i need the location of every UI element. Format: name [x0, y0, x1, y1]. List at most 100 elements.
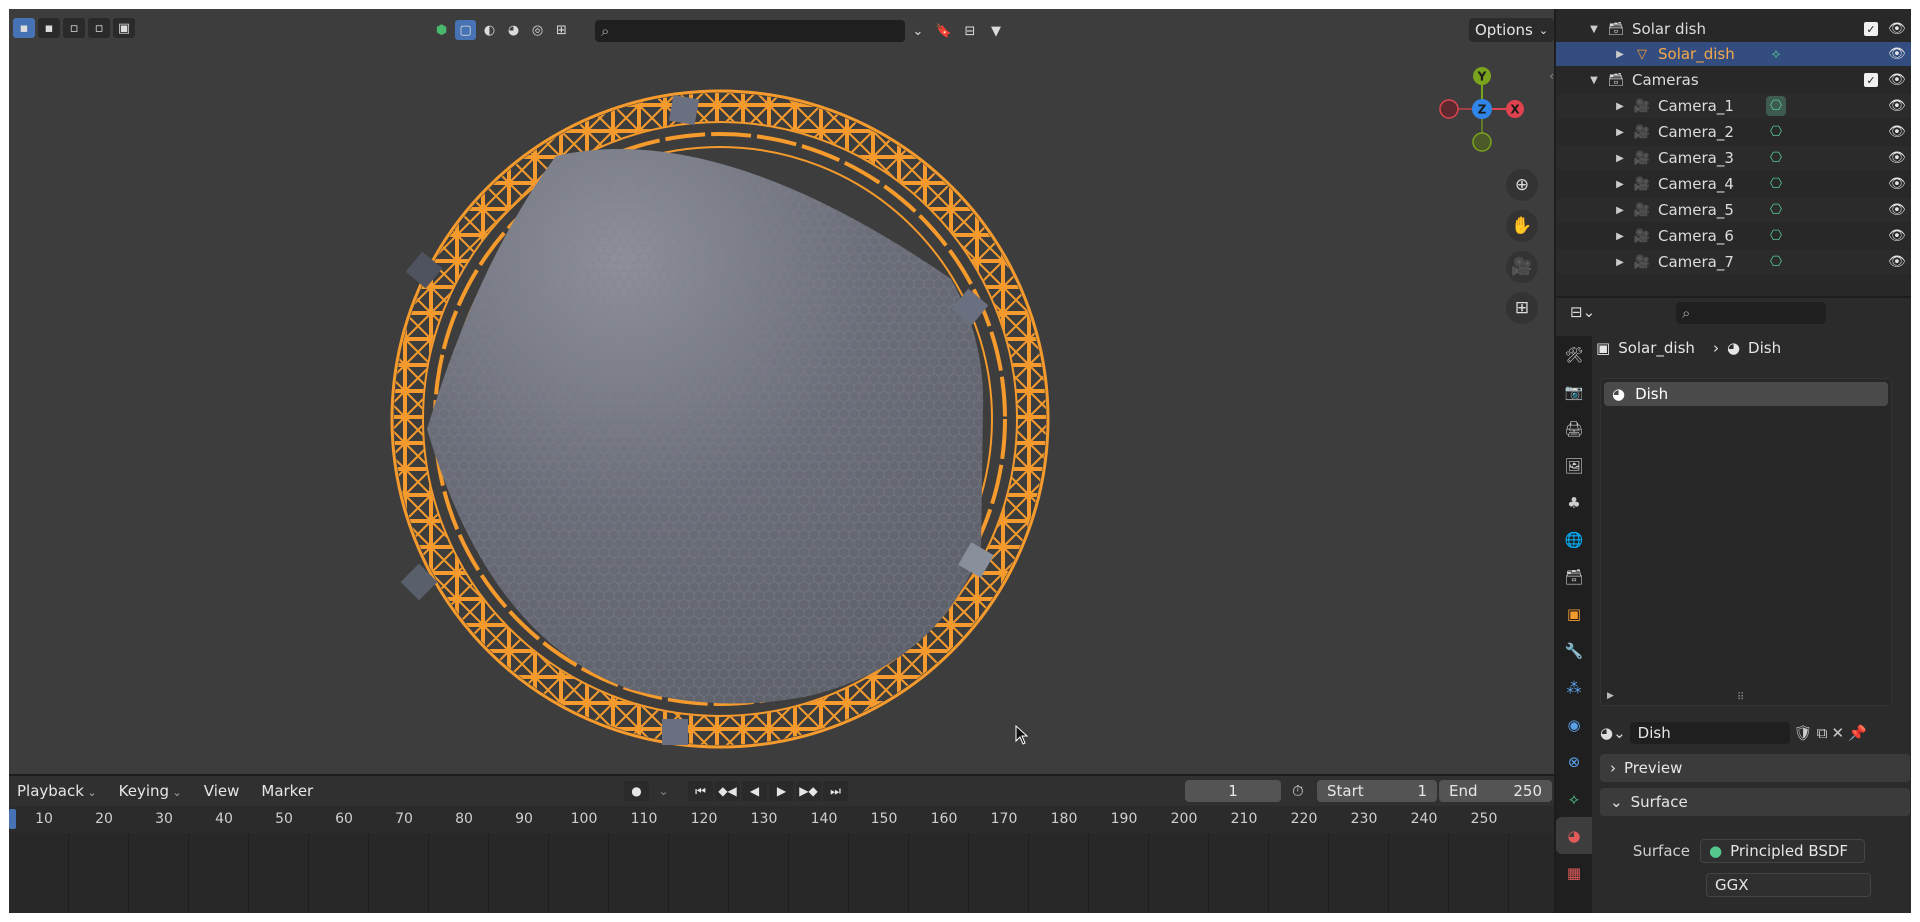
particles-tab-icon[interactable]: ⁂	[1556, 669, 1592, 706]
outliner-row-camera-4[interactable]: ▶ 🎥 Camera_4 ⎔ 👁	[1556, 172, 1911, 196]
material-name-field[interactable]: Dish	[1629, 722, 1790, 744]
expand-arrow-icon[interactable]: ▶	[1614, 49, 1626, 60]
outliner-row-camera-1[interactable]: ▶ 🎥 Camera_1 ⎔ 👁	[1556, 94, 1911, 118]
stopwatch-icon[interactable]: ⏱	[1292, 782, 1304, 800]
outliner[interactable]: ▼ 🗃 Solar dish ✓ 👁 ▶ ▽ Solar_dish ⟡ 👁 ▼ …	[1556, 9, 1911, 296]
material-slot-list[interactable]: ◕ Dish ▶ ⠿	[1600, 378, 1892, 706]
eye-icon[interactable]: 👁	[1888, 228, 1906, 244]
camera-data-icon[interactable]: ⎔	[1766, 200, 1786, 220]
start-frame-field[interactable]: Start 1	[1317, 780, 1437, 802]
collection-tab-icon[interactable]: 🗃	[1556, 558, 1592, 595]
texture-tab-icon[interactable]: ▦	[1556, 854, 1592, 891]
neg-y-axis-icon[interactable]	[1472, 132, 1492, 152]
playhead[interactable]	[9, 809, 16, 829]
grid-icon[interactable]: ⊞	[1506, 292, 1538, 324]
checkbox-icon[interactable]: ✓	[1864, 22, 1878, 36]
expand-arrow-icon[interactable]: ▼	[1588, 24, 1600, 35]
view-layer-tab-icon[interactable]: 🖼	[1556, 447, 1592, 484]
sidebar-toggle-icon[interactable]: ‹	[1549, 69, 1554, 83]
world-tab-icon[interactable]: 🌐	[1556, 521, 1592, 558]
view-menu[interactable]: View	[204, 782, 240, 800]
next-keyframe-icon[interactable]: ▶◆	[796, 781, 821, 801]
material-slot[interactable]: ◕ Dish	[1604, 382, 1888, 406]
outliner-row-cameras-collection[interactable]: ▼ 🗃 Cameras ✓ 👁	[1556, 68, 1911, 92]
pin-icon[interactable]: 📌	[1848, 724, 1867, 742]
camera-data-icon[interactable]: ⎔	[1766, 148, 1786, 168]
checkbox-icon[interactable]: ✓	[1864, 73, 1878, 87]
surface-panel-header[interactable]: ⌄ Surface	[1600, 788, 1910, 816]
object-tab-icon[interactable]: ▣	[1556, 595, 1592, 632]
texture-paint-icon[interactable]: ⊞	[551, 20, 572, 40]
playback-menu[interactable]: Playback	[17, 782, 97, 800]
distribution-dropdown[interactable]: GGX	[1706, 873, 1871, 897]
chevron-down-icon[interactable]: ⌄	[651, 781, 676, 801]
select-subtract-icon[interactable]: ▫	[63, 18, 85, 38]
properties-editor[interactable]: ⊟⌄ ⌕ 🛠 📷 🖨 🖼 ♣ 🌐 🗃 ▣ 🔧 ⁂ ◉ ⊗ ⟡ ◕ ▦ ▣ Sol…	[1556, 298, 1911, 913]
outliner-row-camera-5[interactable]: ▶ 🎥 Camera_5 ⎔ 👁	[1556, 198, 1911, 222]
material-tab-icon[interactable]: ◕	[1556, 817, 1592, 854]
object-mode-icon[interactable]: ▢	[455, 20, 476, 40]
physics-tab-icon[interactable]: ◉	[1556, 706, 1592, 743]
expand-arrow-icon[interactable]: ▼	[1588, 75, 1600, 86]
outliner-row-camera-7[interactable]: ▶ 🎥 Camera_7 ⎔ 👁	[1556, 250, 1911, 274]
solid-shading-icon[interactable]: ◐	[479, 20, 500, 40]
eye-icon[interactable]: 👁	[1888, 150, 1906, 166]
outliner-row-camera-2[interactable]: ▶ 🎥 Camera_2 ⎔ 👁	[1556, 120, 1911, 144]
eye-icon[interactable]: 👁	[1888, 176, 1906, 192]
expand-arrow-icon[interactable]: ▶	[1614, 205, 1626, 216]
properties-search-input[interactable]: ⌕	[1676, 302, 1826, 324]
expand-arrow-icon[interactable]: ▶	[1614, 101, 1626, 112]
options-button[interactable]: Options ⌄	[1469, 18, 1554, 42]
mesh-data-icon[interactable]: ⟡	[1766, 44, 1786, 64]
select-intersect-icon[interactable]: ▣	[113, 18, 135, 38]
outliner-row-camera-3[interactable]: ▶ 🎥 Camera_3 ⎔ 👁	[1556, 146, 1911, 170]
tool-tab-icon[interactable]: 🛠	[1556, 336, 1592, 373]
jump-start-icon[interactable]: ⏮	[688, 781, 713, 801]
data-tab-icon[interactable]: ⟡	[1556, 780, 1592, 817]
eye-icon[interactable]: 👁	[1888, 46, 1906, 62]
current-frame-field[interactable]: 1	[1185, 780, 1281, 802]
expand-arrow-icon[interactable]: ▶	[1614, 231, 1626, 242]
camera-data-icon[interactable]: ⎔	[1766, 122, 1786, 142]
viewport-search-input[interactable]: ⌕	[595, 20, 905, 42]
eye-icon[interactable]: 👁	[1888, 254, 1906, 270]
expand-arrow-icon[interactable]: ▶	[1614, 127, 1626, 138]
record-icon[interactable]: ●	[624, 781, 649, 801]
render-tab-icon[interactable]: 📷	[1556, 373, 1592, 410]
camera-data-icon[interactable]: ⎔	[1766, 226, 1786, 246]
camera-data-icon[interactable]: ⎔	[1766, 252, 1786, 272]
modifier-tab-icon[interactable]: 🔧	[1556, 632, 1592, 669]
editor-type-icon[interactable]: ⊟⌄	[1570, 303, 1595, 321]
solar-dish-model[interactable]	[379, 79, 1079, 774]
eye-icon[interactable]: 👁	[1888, 98, 1906, 114]
expand-arrow-icon[interactable]: ▶	[1607, 691, 1614, 701]
eye-icon[interactable]: 👁	[1888, 72, 1906, 88]
viewport-overlay-icon[interactable]: ⬢	[431, 20, 452, 40]
expand-arrow-icon[interactable]: ▶	[1614, 257, 1626, 268]
end-frame-field[interactable]: End 250	[1439, 780, 1552, 802]
play-reverse-icon[interactable]: ◀	[742, 781, 767, 801]
outliner-row-camera-6[interactable]: ▶ 🎥 Camera_6 ⎔ 👁	[1556, 224, 1911, 248]
timeline-body[interactable]	[9, 833, 1554, 913]
zoom-icon[interactable]: ⊕	[1506, 169, 1538, 201]
play-icon[interactable]: ▶	[769, 781, 794, 801]
outliner-row-solar-dish-object[interactable]: ▶ ▽ Solar_dish ⟡ 👁	[1556, 42, 1911, 66]
output-tab-icon[interactable]: 🖨	[1556, 410, 1592, 447]
material-shading-icon[interactable]: ◕	[503, 20, 524, 40]
layout-icon[interactable]: ⊟	[959, 20, 981, 42]
duplicate-icon[interactable]: ⧉	[1817, 724, 1828, 742]
bookmark-icon[interactable]: 🔖	[933, 20, 955, 42]
3d-viewport[interactable]: ▪ ▪ ▫ ▫ ▣ ⬢ ▢ ◐ ◕ ◎ ⊞ ⌕ ⌄ 🔖 ⊟ ▼ Options …	[9, 9, 1554, 774]
jump-end-icon[interactable]: ⏭	[823, 781, 848, 801]
camera-data-icon[interactable]: ⎔	[1766, 174, 1786, 194]
expand-arrow-icon[interactable]: ▶	[1614, 153, 1626, 164]
expand-arrow-icon[interactable]: ▶	[1614, 179, 1626, 190]
camera-data-icon[interactable]: ⎔	[1766, 96, 1786, 116]
hand-icon[interactable]: ✋	[1506, 210, 1538, 242]
select-extend-icon[interactable]: ▪	[38, 18, 60, 38]
constraints-tab-icon[interactable]: ⊗	[1556, 743, 1592, 780]
select-new-icon[interactable]: ▪	[13, 18, 35, 38]
chevron-down-icon[interactable]: ⌄	[907, 20, 929, 42]
resize-handle-icon[interactable]: ⠿	[1737, 692, 1744, 703]
camera-view-icon[interactable]: 🎥	[1506, 251, 1538, 283]
